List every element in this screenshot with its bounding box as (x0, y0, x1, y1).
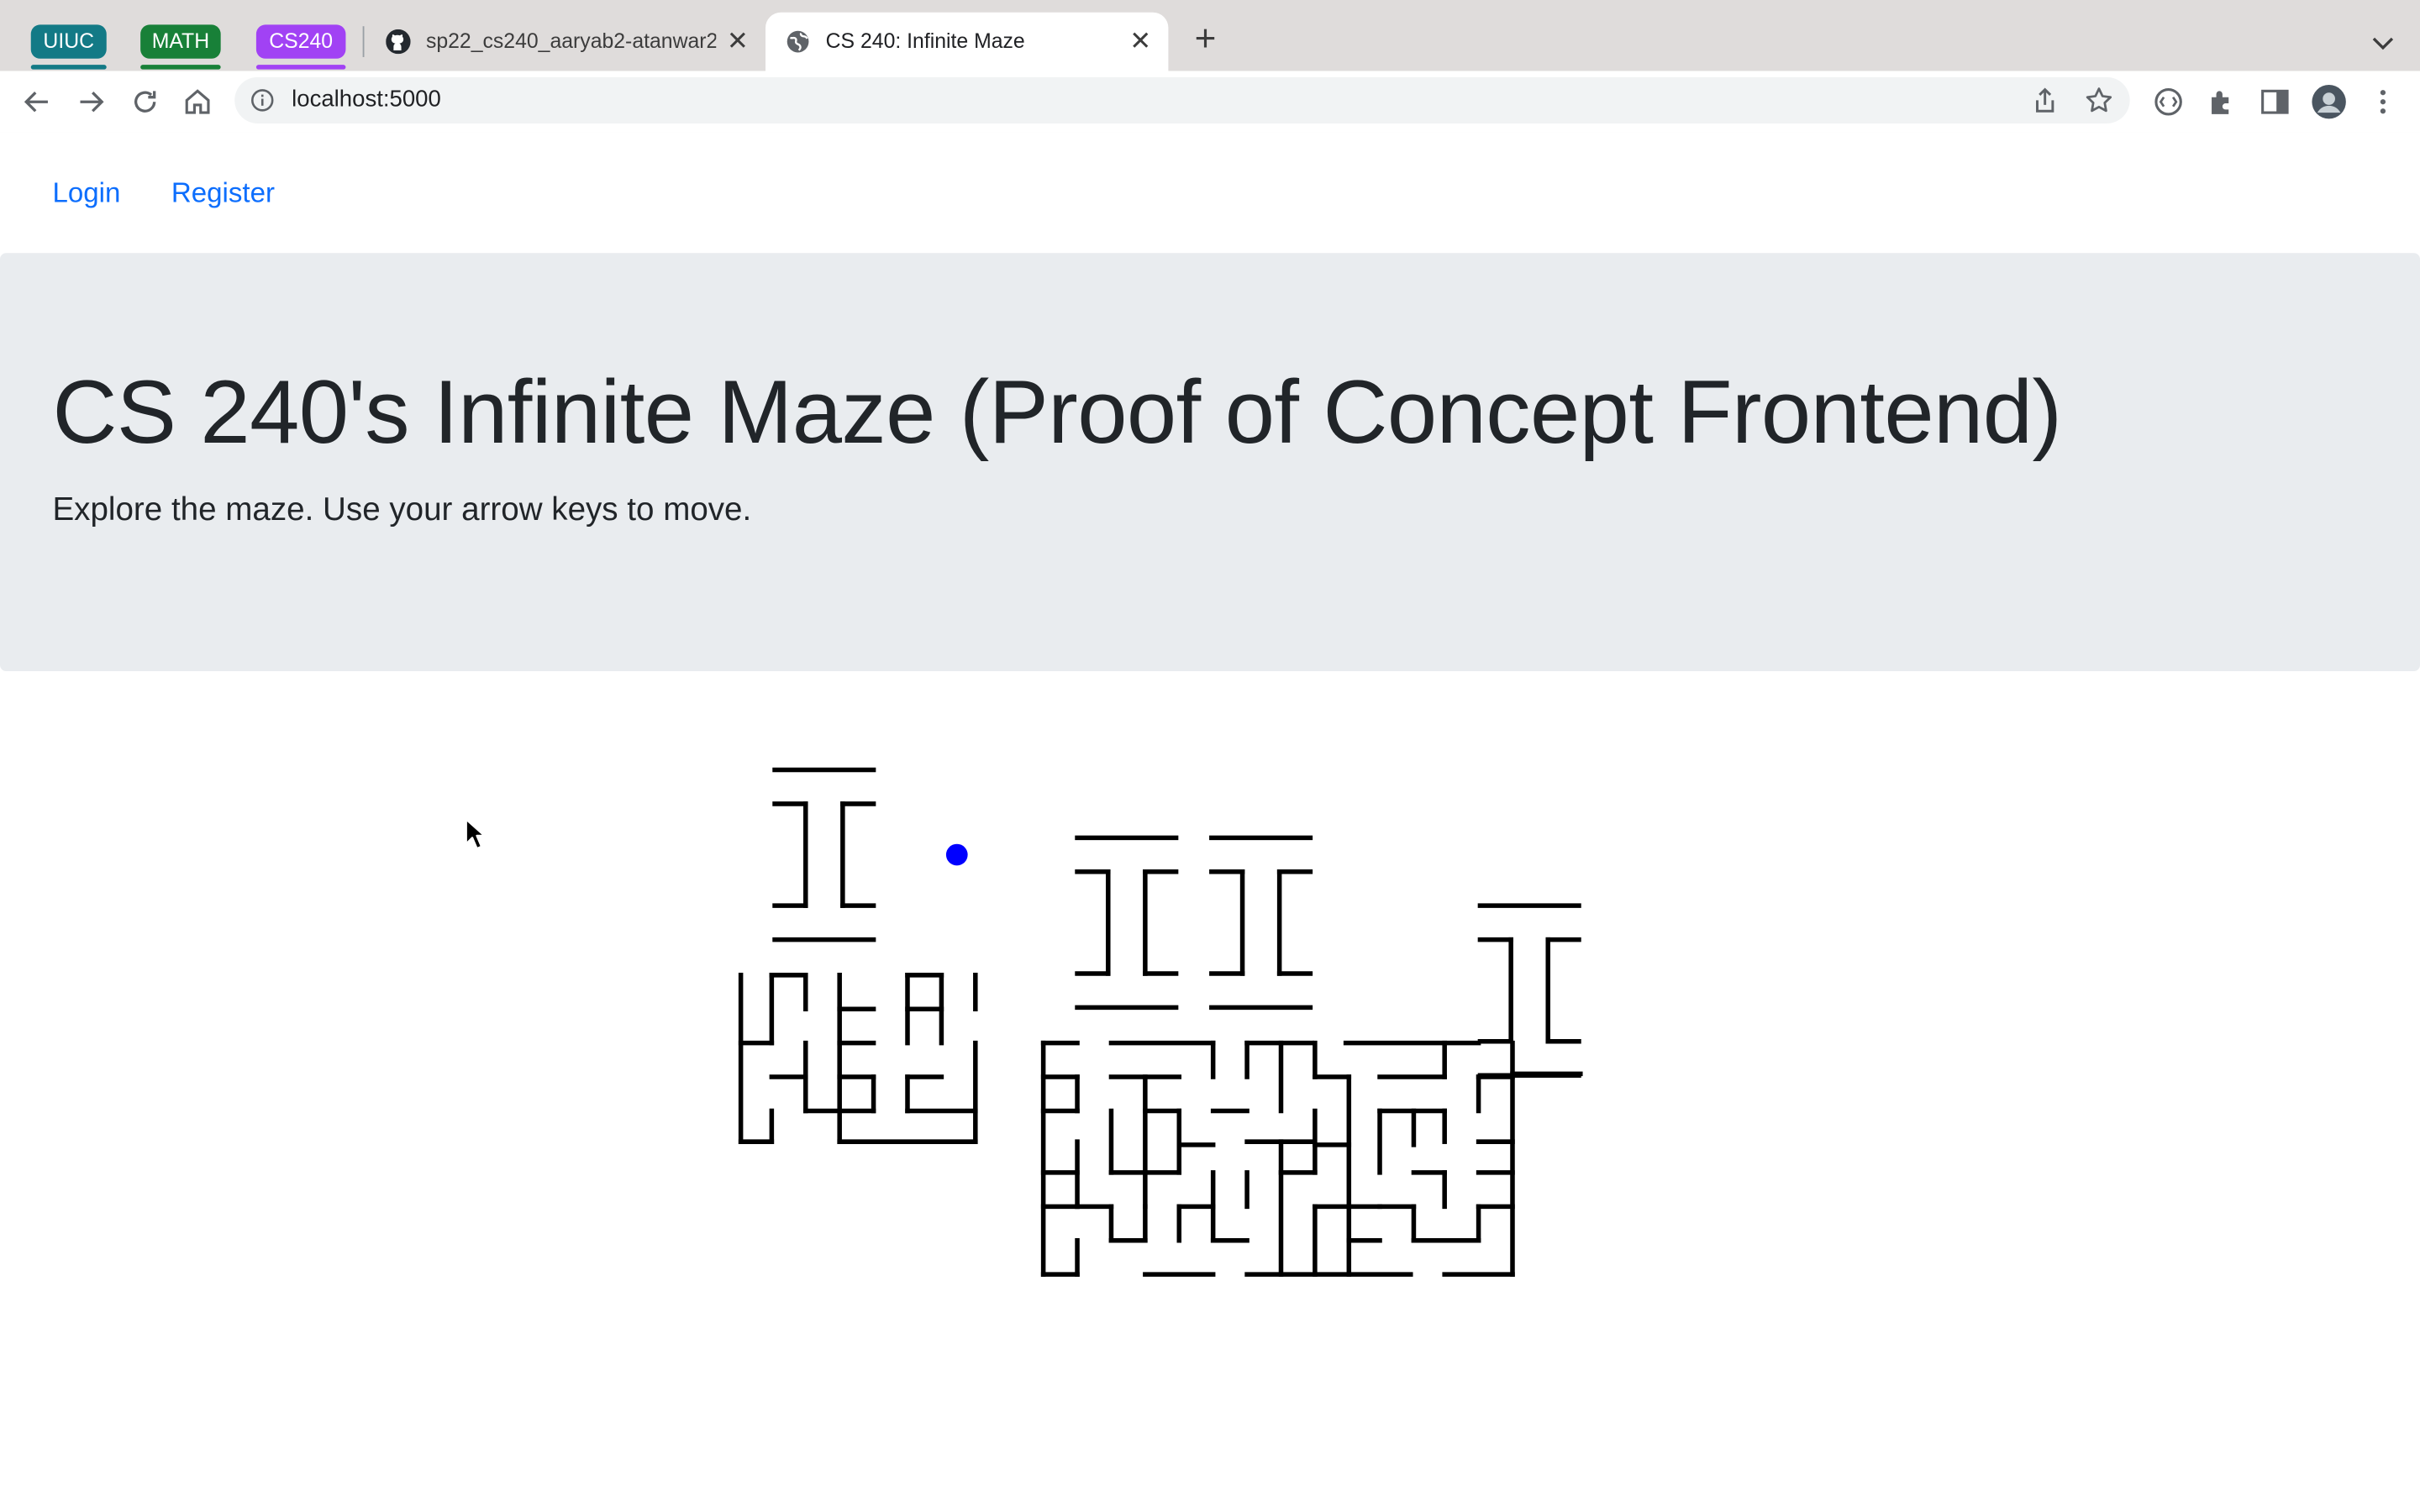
bookmark-star-icon[interactable] (2084, 85, 2115, 116)
tab-strip: UIUC MATH CS240 sp22_cs240_aaryab2-atanw… (0, 0, 2420, 71)
tab-group-underline (140, 65, 221, 70)
share-icon[interactable] (2029, 85, 2060, 116)
side-panel-icon[interactable] (2256, 83, 2293, 120)
tab-close-icon[interactable]: ✕ (723, 26, 754, 57)
extension-icon[interactable] (2150, 83, 2187, 120)
tab-close-icon[interactable]: ✕ (1125, 26, 1156, 57)
tab-group-math[interactable]: MATH (140, 24, 221, 59)
extensions-puzzle-icon[interactable] (2204, 83, 2241, 120)
forward-icon[interactable] (72, 83, 109, 120)
reload-icon[interactable] (127, 83, 164, 120)
register-link[interactable]: Register (171, 177, 275, 210)
tab-active-maze[interactable]: CS 240: Infinite Maze ✕ (765, 12, 1169, 71)
tab-group-uiuc[interactable]: UIUC (30, 24, 107, 59)
tab-title: sp22_cs240_aaryab2-atanwar2 (425, 29, 717, 53)
site-navbar: Login Register (0, 132, 2420, 254)
profile-avatar[interactable] (2311, 83, 2348, 120)
address-bar[interactable]: localhost:5000 (234, 76, 2130, 123)
url-text[interactable]: localhost:5000 (292, 87, 441, 113)
menu-kebab-icon[interactable] (2365, 83, 2402, 120)
maze-canvas[interactable] (0, 671, 2420, 1512)
tab-title: CS 240: Infinite Maze (825, 29, 1025, 53)
globe-icon (786, 30, 809, 53)
tab-github[interactable]: sp22_cs240_aaryab2-atanwar2 ✕ (364, 13, 762, 71)
tab-group-underline (255, 65, 346, 70)
hero-jumbotron: CS 240's Infinite Maze (Proof of Concept… (0, 253, 2420, 671)
new-tab-icon[interactable]: + (1186, 21, 1223, 60)
tab-group-cs240[interactable]: CS240 (255, 24, 346, 59)
player-dot (945, 843, 968, 866)
login-link[interactable]: Login (52, 177, 120, 210)
lead-text: Use your arrow keys to move. (313, 491, 752, 528)
hero-lead: Explore the maze. Use your arrow keys to… (52, 492, 751, 529)
site-info-icon[interactable] (250, 88, 275, 113)
lead-bold: Explore the maze. (52, 491, 314, 528)
tab-group-underline (30, 65, 107, 70)
tab-search-chevron-icon[interactable] (2368, 28, 2399, 59)
maze-walls (738, 767, 1583, 1277)
home-icon[interactable] (179, 83, 216, 120)
page-title: CS 240's Infinite Maze (Proof of Concept… (52, 362, 2062, 464)
back-icon[interactable] (18, 83, 55, 120)
github-icon (386, 29, 411, 55)
browser-toolbar: localhost:5000 (0, 71, 2420, 134)
mouse-cursor-icon (465, 818, 486, 850)
browser-window: UIUC MATH CS240 sp22_cs240_aaryab2-atanw… (0, 0, 2420, 1512)
